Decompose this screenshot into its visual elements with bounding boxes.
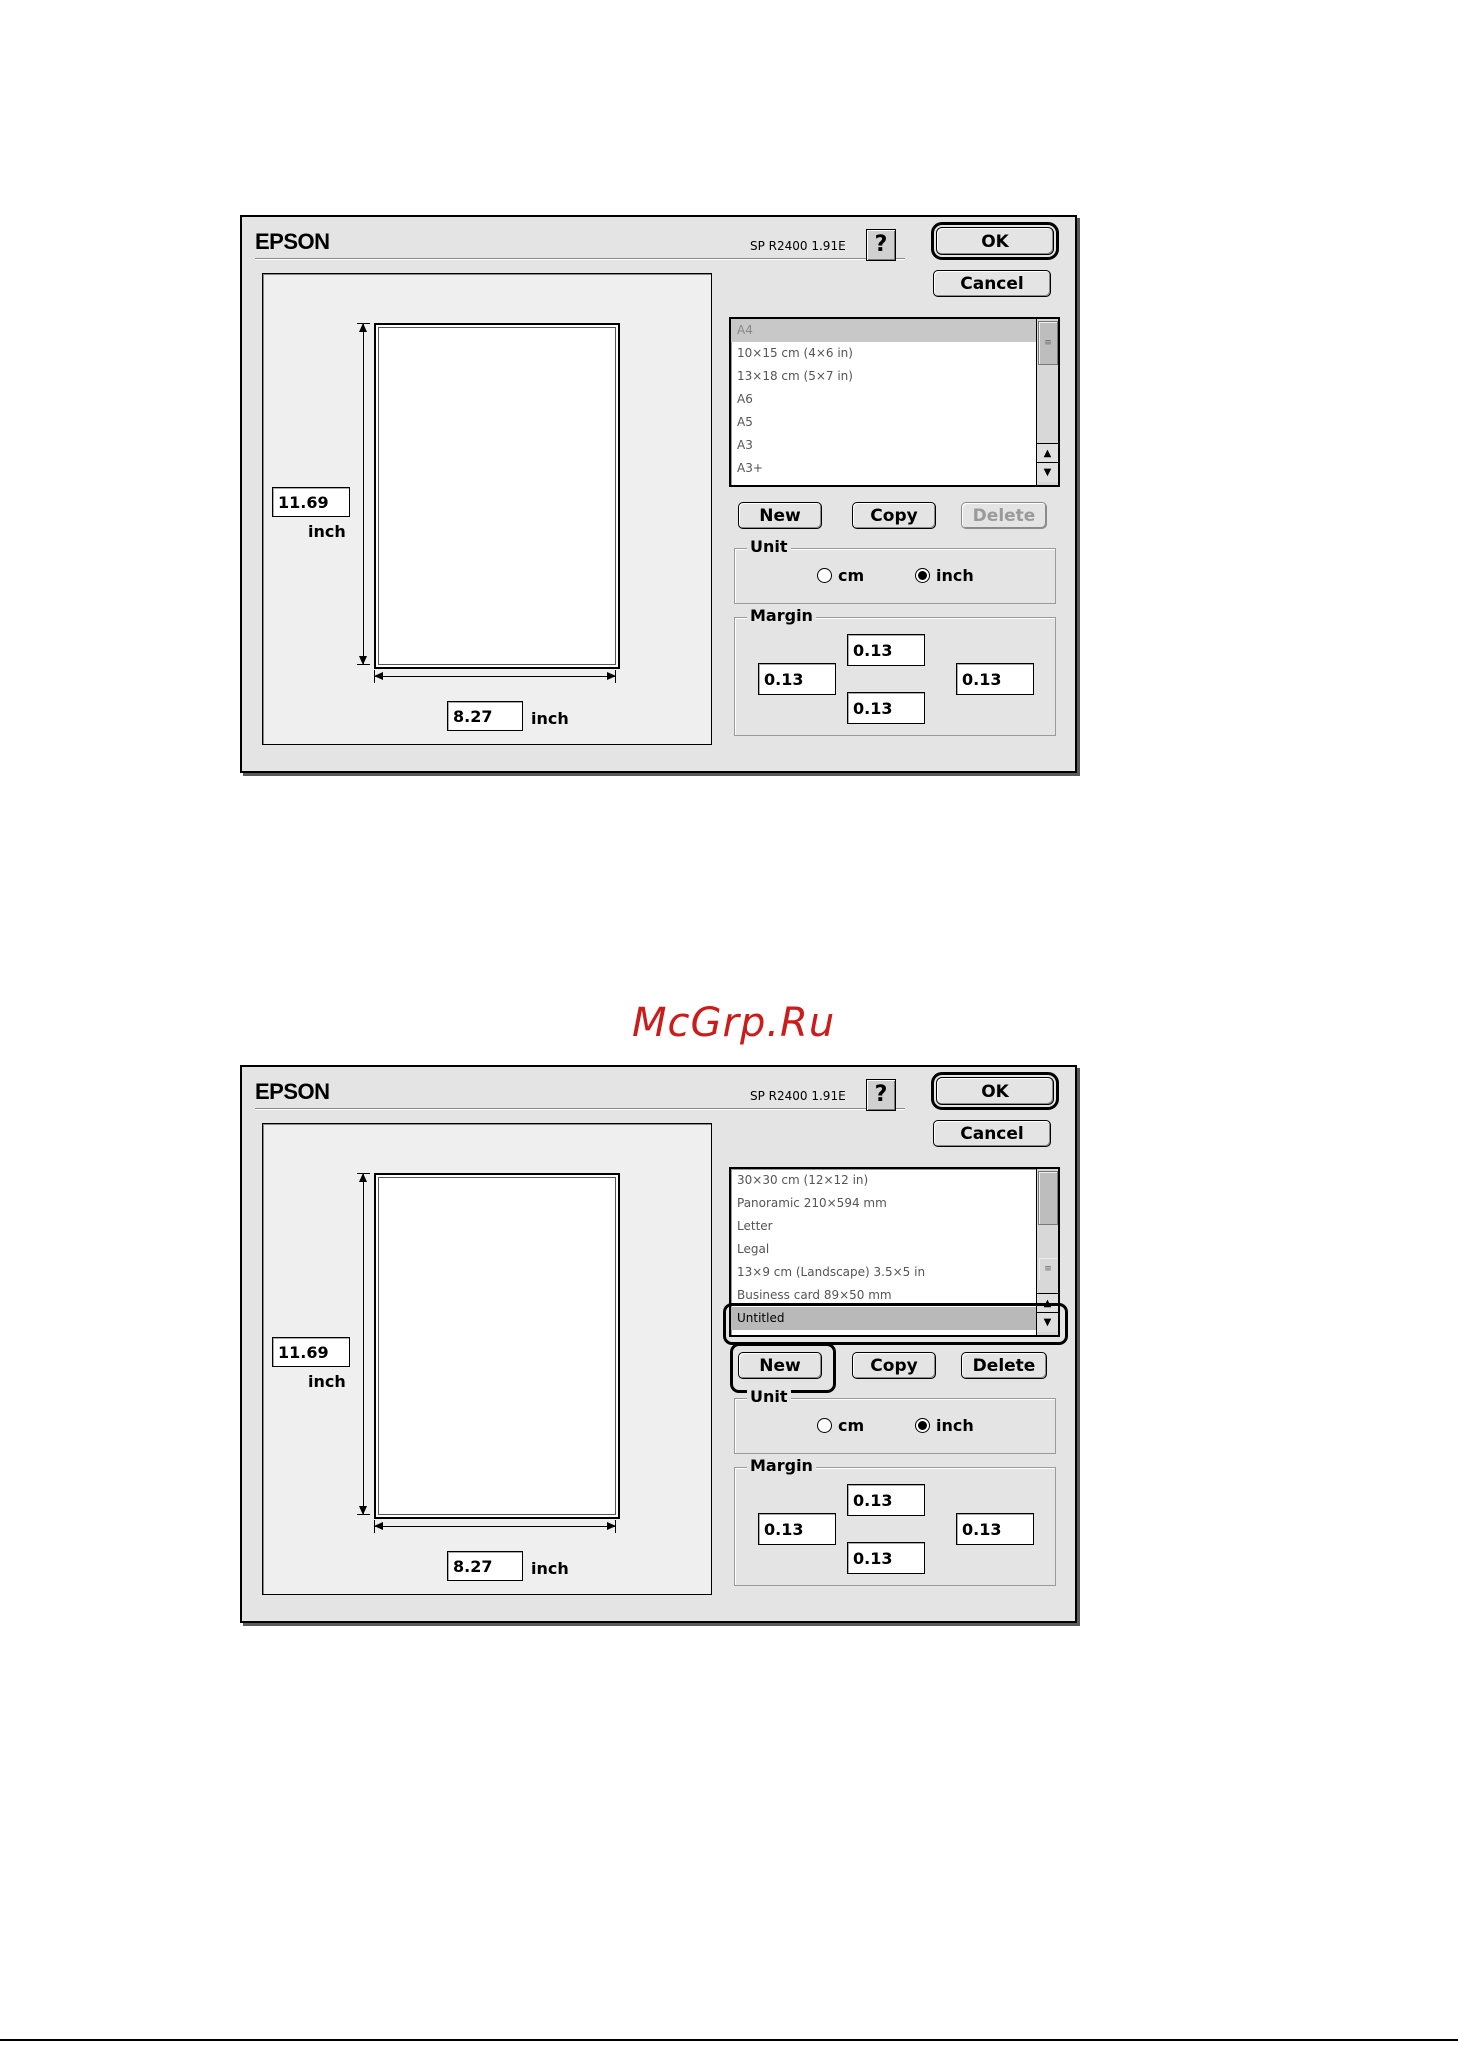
list-item-untitled[interactable]: Untitled	[731, 1307, 1036, 1330]
copy-paper-button[interactable]: Copy	[852, 1352, 936, 1379]
list-item[interactable]: 10×15 cm (4×6 in)	[731, 342, 1036, 365]
cancel-button[interactable]: Cancel	[933, 270, 1051, 297]
scroll-up-arrow-icon[interactable]: ▲	[1037, 1293, 1058, 1313]
width-unit-label: inch	[531, 709, 569, 728]
width-unit-label: inch	[531, 1559, 569, 1578]
height-dimension-arrow	[357, 1173, 370, 1515]
paper-preview: inch inch	[262, 273, 712, 745]
margin-top-input[interactable]	[847, 634, 925, 666]
custom-paper-dialog: EPSON SP R2400 1.91E ? OK Cancel inch in…	[240, 1065, 1077, 1623]
paper-height-input[interactable]	[272, 1337, 350, 1367]
margin-bottom-input[interactable]	[847, 1542, 925, 1574]
scroll-down-arrow-icon[interactable]: ▼	[1037, 1312, 1058, 1332]
watermark: McGrp.Ru	[632, 1000, 836, 1046]
unit-cm-label: cm	[838, 1416, 865, 1435]
unit-inch-label: inch	[936, 1416, 974, 1435]
paper-width-input[interactable]	[447, 701, 523, 731]
list-item[interactable]: Legal	[731, 1238, 1036, 1261]
unit-inch-radio[interactable]: inch	[915, 1416, 974, 1435]
margin-right-input[interactable]	[956, 663, 1034, 695]
list-item[interactable]: 30×30 cm (12×12 in)	[731, 1169, 1036, 1192]
custom-paper-dialog: EPSON SP R2400 1.91E ? OK Cancel inch in…	[240, 215, 1077, 773]
help-button[interactable]: ?	[866, 1079, 896, 1111]
radio-empty-icon	[817, 568, 832, 583]
ok-button[interactable]: OK	[931, 222, 1059, 260]
list-item[interactable]: Business card 89×50 mm	[731, 1284, 1036, 1307]
width-dimension-arrow	[374, 670, 616, 683]
unit-inch-radio[interactable]: inch	[915, 566, 974, 585]
delete-paper-button[interactable]: Delete	[961, 1352, 1047, 1379]
ok-button[interactable]: OK	[931, 1072, 1059, 1110]
list-scrollbar[interactable]: ≡ ▲ ▼	[1036, 1169, 1058, 1335]
unit-inch-label: inch	[936, 566, 974, 585]
paper-sheet	[374, 1173, 620, 1519]
width-dimension-arrow	[374, 1520, 616, 1533]
unit-group: Unit cm inch	[734, 1387, 1056, 1454]
paper-size-list[interactable]: 30×30 cm (12×12 in) Panoramic 210×594 mm…	[729, 1167, 1060, 1337]
list-item[interactable]: 13×9 cm (Landscape) 3.5×5 in	[731, 1261, 1036, 1284]
unit-group-title: Unit	[747, 537, 791, 556]
scroll-thumb[interactable]	[1038, 1171, 1058, 1225]
paper-preview: inch inch	[262, 1123, 712, 1595]
margin-group: Margin	[734, 1456, 1056, 1586]
margin-top-input[interactable]	[847, 1484, 925, 1516]
scroll-up-arrow-icon[interactable]: ▲	[1037, 443, 1058, 463]
driver-version: SP R2400 1.91E	[747, 1089, 849, 1103]
scroll-thumb-grip-icon[interactable]: ≡	[1038, 321, 1058, 365]
list-item[interactable]: Panoramic 210×594 mm	[731, 1192, 1036, 1215]
margin-group-title: Margin	[747, 1456, 816, 1475]
list-item[interactable]: A3+	[731, 457, 1036, 480]
unit-cm-label: cm	[838, 566, 865, 585]
delete-paper-button[interactable]: Delete	[961, 502, 1047, 529]
header-divider	[255, 258, 905, 260]
brand-logo: EPSON	[255, 229, 330, 254]
new-paper-button[interactable]: New	[738, 1352, 822, 1379]
scroll-down-arrow-icon[interactable]: ▼	[1037, 462, 1058, 482]
new-paper-button[interactable]: New	[738, 502, 822, 529]
cancel-button[interactable]: Cancel	[933, 1120, 1051, 1147]
margin-left-input[interactable]	[758, 663, 836, 695]
margin-bottom-input[interactable]	[847, 692, 925, 724]
height-unit-label: inch	[308, 1372, 346, 1391]
paper-size-list[interactable]: A4 10×15 cm (4×6 in) 13×18 cm (5×7 in) A…	[729, 317, 1060, 487]
height-dimension-arrow	[357, 323, 370, 665]
brand-logo: EPSON	[255, 1079, 330, 1104]
radio-empty-icon	[817, 1418, 832, 1433]
help-button[interactable]: ?	[866, 229, 896, 261]
radio-selected-icon	[915, 1418, 930, 1433]
scroll-grip-icon: ≡	[1038, 1257, 1058, 1281]
margin-left-input[interactable]	[758, 1513, 836, 1545]
margin-group-title: Margin	[747, 606, 816, 625]
list-item[interactable]: A5	[731, 411, 1036, 434]
list-item[interactable]: A4	[731, 319, 1036, 342]
copy-paper-button[interactable]: Copy	[852, 502, 936, 529]
list-item[interactable]: A6	[731, 388, 1036, 411]
unit-cm-radio[interactable]: cm	[817, 1416, 864, 1435]
list-item[interactable]: 13×18 cm (5×7 in)	[731, 365, 1036, 388]
header-divider	[255, 1108, 905, 1110]
radio-selected-icon	[915, 568, 930, 583]
paper-height-input[interactable]	[272, 487, 350, 517]
list-scrollbar[interactable]: ≡ ▲ ▼	[1036, 319, 1058, 485]
paper-width-input[interactable]	[447, 1551, 523, 1581]
unit-group: Unit cm inch	[734, 537, 1056, 604]
list-item[interactable]: A3	[731, 434, 1036, 457]
height-unit-label: inch	[308, 522, 346, 541]
page-footer-rule	[0, 2039, 1458, 2041]
unit-group-title: Unit	[747, 1387, 791, 1406]
margin-group: Margin	[734, 606, 1056, 736]
driver-version: SP R2400 1.91E	[747, 239, 849, 253]
paper-sheet	[374, 323, 620, 669]
list-item[interactable]: Letter	[731, 1215, 1036, 1238]
margin-right-input[interactable]	[956, 1513, 1034, 1545]
unit-cm-radio[interactable]: cm	[817, 566, 864, 585]
